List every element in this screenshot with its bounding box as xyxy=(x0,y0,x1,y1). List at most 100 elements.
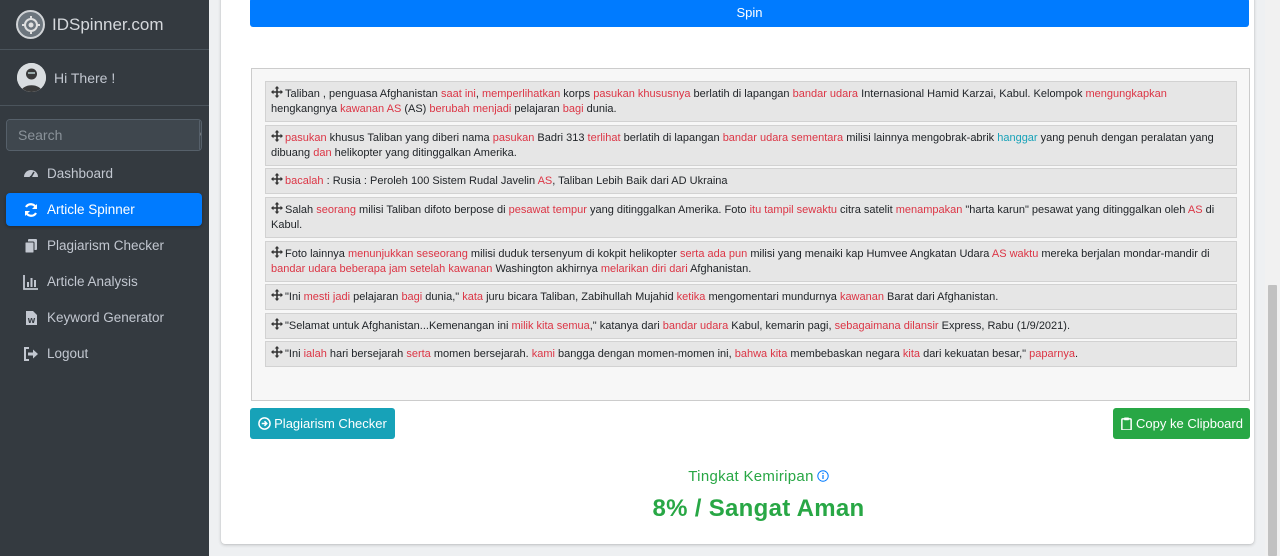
spun-word[interactable]: AS xyxy=(538,175,553,187)
spun-word[interactable]: mengungkapkan xyxy=(1086,88,1167,100)
move-icon[interactable] xyxy=(271,346,283,358)
spun-word[interactable]: bandar udara sementara xyxy=(723,132,843,144)
sentence-text: juru bicara Taliban, Zabihullah Mujahid xyxy=(483,291,677,303)
user-greeting: Hi There ! xyxy=(54,69,116,86)
scrollbar[interactable] xyxy=(1265,0,1280,556)
sentence-text: citra satelit xyxy=(837,204,896,216)
spun-word[interactable]: pasukan khususnya xyxy=(593,88,690,100)
spun-word[interactable]: AS xyxy=(1188,204,1203,216)
user-panel[interactable]: Hi There ! xyxy=(0,50,209,106)
sidebar-item-label: Article Analysis xyxy=(47,274,138,289)
sentence-text: . xyxy=(1074,348,1079,360)
spun-word[interactable]: ialah xyxy=(304,348,327,360)
spun-word[interactable]: ketika xyxy=(677,291,706,303)
dashboard-icon xyxy=(22,165,40,183)
move-icon[interactable] xyxy=(271,246,283,258)
sidebar-item-label: Keyword Generator xyxy=(47,310,165,325)
plagiarism-checker-button[interactable]: Plagiarism Checker xyxy=(250,408,395,439)
sidebar-item-article-analysis[interactable]: Article Analysis xyxy=(6,265,202,298)
spun-word[interactable]: paparnya xyxy=(1029,348,1075,360)
spun-word[interactable]: bagi xyxy=(563,103,584,115)
spun-word[interactable]: memperlihatkan xyxy=(482,88,560,100)
search-input[interactable] xyxy=(7,120,199,150)
spun-word[interactable]: kata xyxy=(462,291,483,303)
spun-sentence[interactable]: Foto lainnya menunjukkan seseorang milis… xyxy=(265,241,1237,282)
move-icon[interactable] xyxy=(271,202,283,214)
sentence-text: dunia. xyxy=(583,103,617,115)
sentence-text: Kabul, kemarin pagi, xyxy=(728,320,835,332)
spun-word[interactable]: saat ini xyxy=(441,88,476,100)
sentence-text: Barat dari Afghanistan. xyxy=(883,291,999,303)
spun-sentence[interactable]: Salah seorang milisi Taliban difoto berp… xyxy=(265,197,1237,238)
search-box xyxy=(6,119,202,151)
spun-word[interactable]: bagi xyxy=(401,291,422,303)
sentence-text: Internasional Hamid Karzai, Kabul. Kelom… xyxy=(858,88,1086,100)
spun-word[interactable]: bandar udara beberapa jam setelah kawana… xyxy=(271,263,492,275)
spun-sentence[interactable]: "Selamat untuk Afghanistan...Kemenangan … xyxy=(265,313,1237,339)
spun-word[interactable]: dan xyxy=(313,147,331,159)
spun-word[interactable]: itu tampil sewaktu xyxy=(750,204,837,216)
sentence-text: membebaskan negara xyxy=(787,348,903,360)
spun-word[interactable]: mesti jadi xyxy=(304,291,350,303)
sentence-text: "Selamat untuk Afghanistan...Kemenangan … xyxy=(285,320,512,332)
search-button[interactable] xyxy=(199,120,201,150)
sidebar-item-article-spinner[interactable]: Article Spinner xyxy=(6,193,202,226)
sidebar-item-dashboard[interactable]: Dashboard xyxy=(6,157,202,190)
plagiarism-checker-label: Plagiarism Checker xyxy=(274,416,387,431)
spun-word[interactable]: melarikan diri dari xyxy=(601,263,688,275)
spun-word[interactable]: kawanan xyxy=(840,291,884,303)
spun-word[interactable]: milik kita semua xyxy=(512,320,590,332)
spun-sentence[interactable]: Taliban , penguasa Afghanistan saat ini,… xyxy=(265,81,1237,122)
spun-word[interactable]: bacalah xyxy=(285,175,324,187)
sidebar-item-logout[interactable]: Logout xyxy=(6,337,202,370)
sentence-text: Afghanistan. xyxy=(687,263,752,275)
sentence-text: Salah xyxy=(285,204,317,216)
refresh-icon xyxy=(22,201,40,219)
spun-word[interactable]: kawanan AS xyxy=(340,103,401,115)
spun-word[interactable]: kita xyxy=(903,348,920,360)
spun-word[interactable]: AS waktu xyxy=(992,248,1038,260)
spun-word[interactable]: bandar udara xyxy=(663,320,728,332)
sidebar-item-keyword-generator[interactable]: W Keyword Generator xyxy=(6,301,202,334)
spun-word[interactable]: pasukan xyxy=(493,132,535,144)
move-icon[interactable] xyxy=(271,318,283,330)
spun-word[interactable]: pesawat tempur xyxy=(509,204,587,216)
info-circle-icon[interactable] xyxy=(817,470,829,482)
spun-sentence[interactable]: pasukan khusus Taliban yang diberi nama … xyxy=(265,125,1237,166)
brand[interactable]: IDSpinner.com xyxy=(0,0,209,50)
spun-word[interactable]: bandar udara xyxy=(793,88,858,100)
spun-word[interactable]: serta xyxy=(406,348,430,360)
sentence-text: Foto lainnya xyxy=(285,248,348,260)
sidebar-item-plagiarism-checker[interactable]: Plagiarism Checker xyxy=(6,229,202,262)
avatar xyxy=(17,63,46,92)
spun-word[interactable]: berubah menjadi xyxy=(429,103,511,115)
spun-word[interactable]: kami xyxy=(532,348,555,360)
copy-clipboard-button[interactable]: Copy ke Clipboard xyxy=(1113,408,1250,439)
sentence-text: milisi yang menaiki kap Humvee Angkatan … xyxy=(747,248,992,260)
spun-sentence[interactable]: bacalah : Rusia : Peroleh 100 Sistem Rud… xyxy=(265,168,1237,194)
spun-sentence[interactable]: "Ini ialah hari bersejarah serta momen b… xyxy=(265,341,1237,367)
spun-word[interactable]: menunjukkan seseorang xyxy=(348,248,468,260)
spun-word[interactable]: seorang xyxy=(316,204,356,216)
sentence-text: momen bersejarah. xyxy=(430,348,532,360)
spun-word[interactable]: sebagaimana dilansir xyxy=(835,320,939,332)
move-icon[interactable] xyxy=(271,86,283,98)
spin-button[interactable]: Spin xyxy=(250,0,1249,27)
spinner-card: Spin Taliban , penguasa Afghanistan saat… xyxy=(221,0,1254,544)
move-icon[interactable] xyxy=(271,289,283,301)
spun-word[interactable]: menampakan xyxy=(896,204,963,216)
scrollbar-thumb[interactable] xyxy=(1268,285,1277,556)
spun-word[interactable]: pasukan xyxy=(285,132,327,144)
spun-word[interactable]: hanggar xyxy=(997,132,1037,144)
sentence-text: milisi Taliban difoto berpose di xyxy=(355,204,509,216)
sentence-text: "Ini xyxy=(285,348,304,360)
sidebar-item-label: Dashboard xyxy=(47,166,114,181)
spun-sentence[interactable]: "Ini mesti jadi pelajaran bagi dunia," k… xyxy=(265,284,1237,310)
sentence-text: berlatih di lapangan xyxy=(620,132,723,144)
move-icon[interactable] xyxy=(271,130,283,142)
sentence-text: korps xyxy=(560,88,594,100)
move-icon[interactable] xyxy=(271,173,283,185)
spun-word[interactable]: serta ada pun xyxy=(680,248,747,260)
spun-word[interactable]: bahwa kita xyxy=(735,348,788,360)
spun-word[interactable]: terlihat xyxy=(588,132,621,144)
